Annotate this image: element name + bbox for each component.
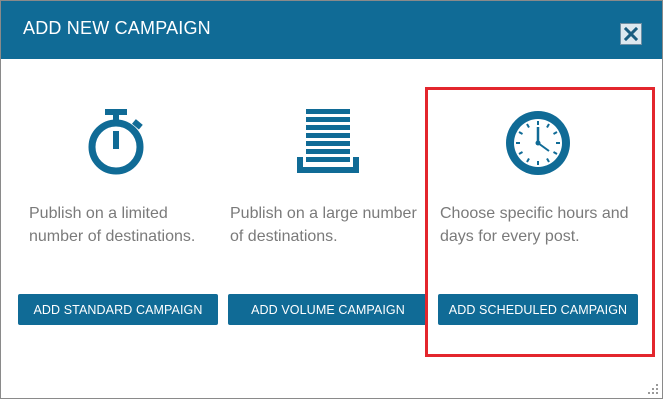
dialog-title: ADD NEW CAMPAIGN: [23, 18, 211, 38]
close-button[interactable]: [620, 23, 642, 45]
volume-campaign-description: Publish on a large number of destination…: [230, 205, 422, 245]
scheduled-campaign-description: Choose specific hours and days for every…: [440, 205, 634, 245]
stopwatch-icon: [88, 109, 144, 175]
stack-icon: [297, 109, 359, 173]
add-scheduled-campaign-button[interactable]: ADD SCHEDULED CAMPAIGN: [438, 294, 638, 325]
resize-grip-icon[interactable]: [648, 384, 658, 394]
add-volume-campaign-button[interactable]: ADD VOLUME CAMPAIGN: [228, 294, 428, 325]
add-standard-campaign-button[interactable]: ADD STANDARD CAMPAIGN: [18, 294, 218, 325]
clock-icon: [506, 111, 570, 175]
close-icon: [624, 27, 638, 41]
dialog-titlebar: ADD NEW CAMPAIGN: [1, 1, 662, 59]
add-campaign-dialog: ADD NEW CAMPAIGN Publish on a limited nu…: [0, 0, 663, 399]
standard-campaign-description: Publish on a limited number of destinati…: [29, 205, 196, 245]
